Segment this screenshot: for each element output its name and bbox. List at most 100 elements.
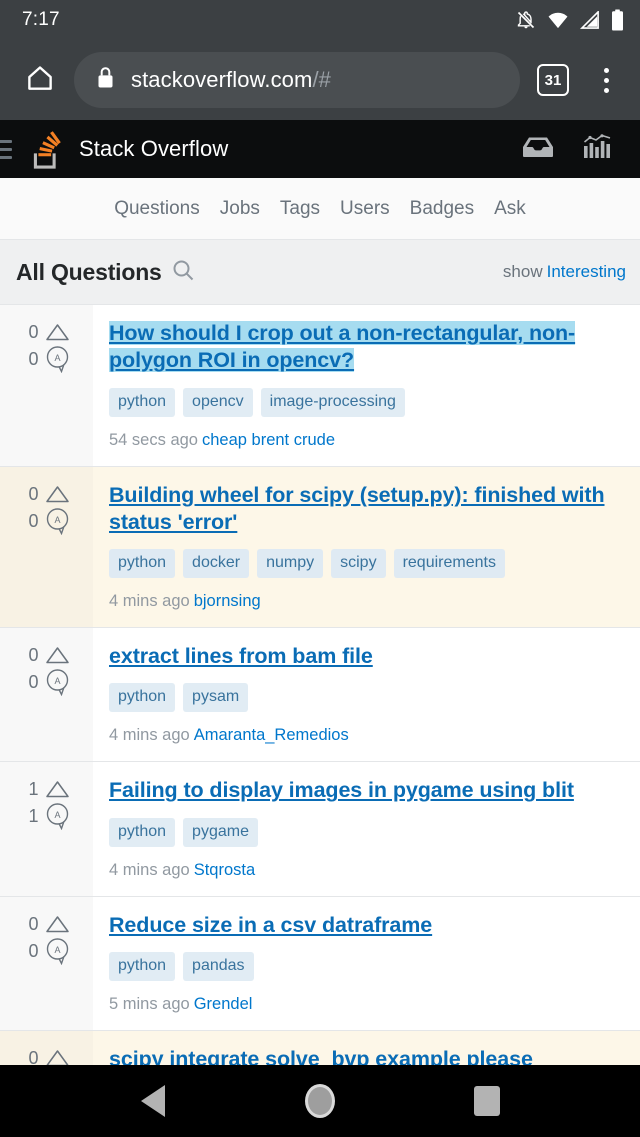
question-author-link[interactable]: Grendel [194,995,253,1013]
answer-count: 0 [28,672,39,693]
question-body: Reduce size in a csv datraframe python p… [93,897,640,1030]
answer-bubble-icon: A [45,937,70,965]
question-author-link[interactable]: Amaranta_Remedios [194,726,349,744]
overflow-menu-icon[interactable] [586,56,626,104]
home-button[interactable] [285,1065,355,1137]
question-time: 54 secs ago [109,430,198,449]
vote-count: 0 [28,913,39,934]
question-list-item[interactable]: 0 0 A [0,896,640,1032]
nav-item-ask[interactable]: Ask [494,198,526,220]
question-meta: 4 mins ago Amaranta_Remedios [109,726,624,745]
nav-item-questions[interactable]: Questions [114,198,200,220]
hamburger-line-1 [0,139,12,143]
tag-pill[interactable]: numpy [257,549,324,579]
vote-triangle-icon [45,779,70,799]
hamburger-icon[interactable] [0,120,16,178]
question-tags: python opencv image-processing [109,387,624,417]
question-body: How should I crop out a non-rectangular,… [93,305,640,466]
question-title-link[interactable]: Failing to display images in pygame usin… [109,778,574,802]
question-list-item[interactable]: 1 1 A Failing to display images in pygam… [0,762,640,897]
url-bar[interactable]: stackoverflow.com/# [74,52,520,108]
question-list: 0 0 A How should I crop out a non-rectan… [0,305,640,1101]
tag-pill[interactable]: pygame [183,817,258,847]
nav-item-tags[interactable]: Tags [280,198,320,220]
question-list-item[interactable]: 0 0 A [0,466,640,629]
svg-text:A: A [54,353,60,363]
vote-triangle-icon [45,914,70,934]
question-stats: 0 0 A [0,466,93,628]
answer-bubble-icon: A [45,802,70,831]
tag-pill[interactable]: requirements [393,549,505,579]
tab-switcher-button[interactable]: 31 [530,57,576,103]
questions-header: All Questions show Interesting [0,240,640,305]
svg-text:A: A [54,945,60,955]
question-title-link[interactable]: How should I crop out a non-rectangular,… [109,321,575,373]
nav-item-users[interactable]: Users [340,198,390,220]
question-meta: 4 mins ago bjornsing [109,592,624,611]
answer-count: 0 [28,349,39,369]
wifi-icon [547,11,569,29]
answer-stat: 0 A [19,937,75,965]
recents-button[interactable] [452,1065,522,1137]
achievements-button[interactable] [574,125,622,173]
question-author-link[interactable]: cheap brent crude [202,431,335,449]
vote-triangle-icon [45,322,70,342]
answer-bubble-icon: A [45,507,70,535]
page-content: Stack Overflow Questions Jobs Tags Users… [0,120,640,1137]
battery-icon [611,9,624,31]
tag-pill[interactable]: scipy [331,549,386,579]
inbox-button[interactable] [514,125,562,173]
tag-pill[interactable]: python [109,549,176,579]
answer-stat: 0 A [19,507,75,535]
answer-count: 1 [28,806,39,827]
question-list-item[interactable]: 0 0 A [0,305,640,467]
tag-pill[interactable]: python [109,387,176,417]
question-stats: 0 0 A [0,305,93,466]
hamburger-line-3 [0,155,12,159]
vote-count: 0 [28,322,39,342]
filter-control: show Interesting [503,262,626,282]
question-title-link[interactable]: Reduce size in a csv datraframe [109,913,432,937]
question-tags: python pysam [109,683,624,713]
tag-pill[interactable]: docker [183,549,250,579]
search-button[interactable] [171,258,195,287]
question-body: Building wheel for scipy (setup.py): fin… [93,467,640,628]
nav-item-jobs[interactable]: Jobs [220,198,260,220]
tag-pill[interactable]: image-processing [260,387,405,417]
question-author-link[interactable]: bjornsing [194,592,261,610]
url-suffix: /# [312,67,331,92]
question-list-item[interactable]: 0 0 A [0,628,640,763]
question-author-link[interactable]: Stqrosta [194,861,255,879]
question-title-link[interactable]: extract lines from bam file [109,644,373,668]
svg-text:A: A [54,810,60,820]
tag-pill[interactable]: pysam [183,683,249,713]
achievements-icon [583,133,613,165]
home-button[interactable] [16,56,64,104]
vote-stat: 0 [19,322,75,342]
vote-stat: 0 [19,914,75,934]
vote-stat: 0 [19,645,75,665]
back-button[interactable] [118,1065,188,1137]
answer-stat: 0 A [19,345,75,373]
question-body: Failing to display images in pygame usin… [93,762,640,895]
filter-interesting-link[interactable]: Interesting [547,262,626,281]
android-nav-bar [0,1065,640,1137]
vote-stat: 1 [19,779,75,799]
svg-text:A: A [54,515,60,525]
tab-count: 31 [537,64,569,96]
tag-pill[interactable]: python [109,952,176,982]
question-body: extract lines from bam file python pysam… [93,628,640,761]
page-title: All Questions [16,258,162,285]
vote-triangle-icon [45,484,70,504]
question-title-link[interactable]: Building wheel for scipy (setup.py): fin… [109,483,605,534]
question-meta: 5 mins ago Grendel [109,995,624,1014]
stack-overflow-logo-icon[interactable] [26,129,66,169]
nav-item-badges[interactable]: Badges [410,198,474,220]
tag-pill[interactable]: pandas [183,952,254,982]
question-time: 4 mins ago [109,860,190,879]
question-stats: 0 0 A [0,628,93,762]
tag-pill[interactable]: opencv [183,387,253,417]
tag-pill[interactable]: python [109,683,176,713]
home-icon [24,63,56,98]
tag-pill[interactable]: python [109,817,176,847]
